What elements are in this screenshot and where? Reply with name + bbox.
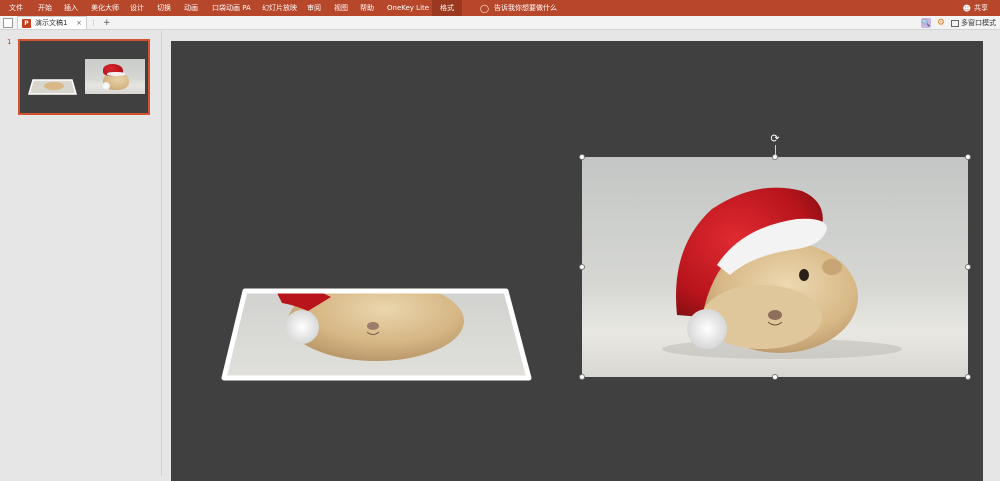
ribbon-tab[interactable]: 开始 [38,0,52,16]
thumb-photo [85,59,145,94]
ribbon-tab-bar: 文件 开始 插入 美化大师 设计 切换 动画 口袋动画 PA 幻灯片放映 审阅 视图 帮助 OneKey… [0,0,1000,16]
thumb-trapezoid-image [28,79,77,95]
ribbon-tabs: 文件 开始 插入 美化大师 设计 切换 动画 口袋动画 PA 幻灯片放映 审阅 视图 帮助 OneKey… [0,0,470,16]
resize-handle-bottom[interactable] [772,374,778,380]
slide-thumbnail-panel: 1 [0,31,162,476]
user-icon: ☻ [962,3,971,13]
guinea-pig-image [582,157,968,377]
search-icon[interactable]: 🔍 [920,18,931,28]
slide-canvas[interactable]: ⟳ [171,41,983,481]
resize-handle-left[interactable] [579,264,585,270]
slide-number: 1 [7,38,12,46]
ribbon-tab[interactable]: OneKey Lite [387,0,429,16]
ribbon-tab[interactable]: 格式 [432,0,462,16]
ribbon-tab[interactable]: 插入 [64,0,78,16]
ribbon-tab[interactable]: 设计 [130,0,144,16]
rotate-icon[interactable]: ⟳ [769,133,781,145]
tab-separator: ⋮ [90,18,97,27]
rotate-handle-stem [775,145,776,155]
document-tab[interactable]: P 演示文稿1 × [17,16,87,29]
tell-me-box[interactable]: ◯ 告诉我你想要做什么 [480,0,557,16]
resize-handle-bottom-right[interactable] [965,374,971,380]
ribbon-tab[interactable]: 文件 [9,0,23,16]
lightbulb-icon: ◯ [480,3,489,13]
document-tab-bar: P 演示文稿1 × ⋮ + 🔍 ⚙ 多窗口模式 [0,16,1000,30]
slide-editor: ⟳ [163,31,1000,481]
ribbon-tab[interactable]: 口袋动画 PA [212,0,251,16]
tell-me-text: 告诉我你想要做什么 [493,4,557,12]
resize-handle-top-left[interactable] [579,154,585,160]
close-tab-icon[interactable]: × [76,19,82,27]
resize-handle-bottom-left[interactable] [579,374,585,380]
window-icon [951,19,959,27]
trapezoid-picture[interactable] [216,281,536,391]
ribbon-tab[interactable]: 幻灯片放映 [262,0,297,16]
ribbon-tab[interactable]: 美化大师 [91,0,119,16]
share-label: 共享 [974,4,988,12]
new-window-icon[interactable] [3,17,13,28]
ribbon-tab[interactable]: 审阅 [307,0,321,16]
ribbon-tab[interactable]: 切换 [157,0,171,16]
settings-icon[interactable]: ⚙ [937,18,945,28]
slide-thumbnail-1[interactable] [18,39,150,115]
resize-handle-top-right[interactable] [965,154,971,160]
ribbon-tab[interactable]: 视图 [334,0,348,16]
document-title: 演示文稿1 [35,19,68,27]
ribbon-tab[interactable]: 动画 [184,0,198,16]
ribbon-tab[interactable]: 帮助 [360,0,374,16]
powerpoint-icon: P [22,18,31,28]
share-button[interactable]: ☻ 共享 [963,0,988,16]
add-tab-button[interactable]: + [103,18,111,28]
resize-handle-right[interactable] [965,264,971,270]
selected-picture[interactable] [582,157,968,377]
multi-window-label: 多窗口模式 [961,19,996,27]
multi-window-button[interactable]: 多窗口模式 [951,18,996,28]
